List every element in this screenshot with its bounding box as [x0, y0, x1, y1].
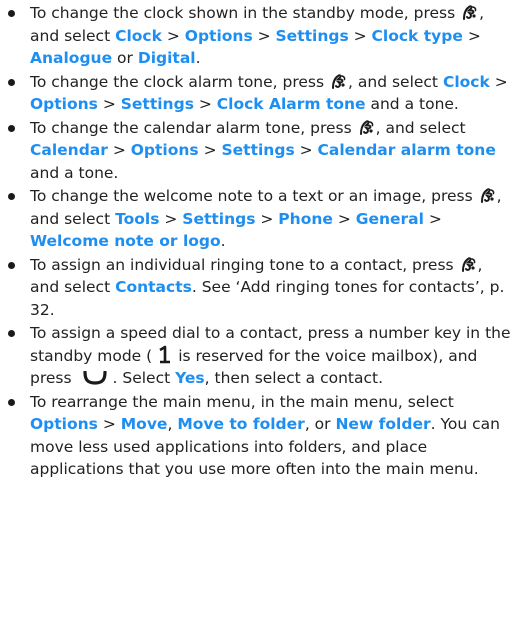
- tip-text: To assign an individual ringing tone to …: [30, 255, 459, 274]
- tip-item: To change the clock shown in the standby…: [0, 2, 515, 70]
- tip-text: To change the clock alarm tone, press: [30, 72, 330, 91]
- menu-term: Calendar: [30, 141, 108, 159]
- menu-term: Options: [184, 26, 253, 45]
- menu-term: Options: [130, 141, 199, 159]
- menu-term: Clock: [115, 26, 162, 45]
- tip-text: >: [252, 26, 276, 45]
- tip-text: >: [107, 141, 131, 159]
- menu-key-icon: [459, 256, 478, 274]
- menu-term: Welcome note or logo: [30, 232, 221, 250]
- tip-text: >: [161, 26, 185, 45]
- tip-item: To assign a speed dial to a contact, pre…: [0, 322, 515, 390]
- menu-term: Clock type: [371, 26, 463, 45]
- tip-item: To change the calendar alarm tone, press…: [0, 117, 515, 185]
- bullet-icon: [8, 124, 15, 132]
- menu-key-icon: [478, 187, 497, 205]
- menu-term: Contacts: [115, 278, 192, 296]
- tip-text: . Select: [112, 369, 176, 387]
- number-one-key-icon: [152, 345, 178, 365]
- tip-text: >: [462, 26, 481, 45]
- menu-term: Move to folder: [177, 415, 305, 433]
- menu-term: General: [355, 209, 424, 228]
- bullet-icon: [8, 78, 15, 86]
- menu-term: Settings: [275, 26, 349, 45]
- tip-text: and a tone.: [365, 95, 459, 113]
- menu-key-icon: [357, 119, 376, 137]
- menu-key-icon: [460, 4, 479, 22]
- tip-text: .: [195, 49, 201, 67]
- tip-item: To change the clock alarm tone, press , …: [0, 71, 515, 116]
- menu-term: Settings: [120, 95, 194, 113]
- tip-text: >: [198, 141, 222, 159]
- menu-term: Settings: [221, 141, 295, 159]
- menu-term: Options: [30, 95, 98, 113]
- tips-list: To change the clock shown in the standby…: [0, 0, 515, 481]
- bullet-icon: [8, 193, 15, 200]
- bullet-icon: [8, 10, 15, 17]
- tip-text: To change the welcome note to a text or …: [30, 187, 478, 205]
- tip-text: >: [423, 209, 442, 228]
- menu-term: Calendar alarm tone: [317, 141, 496, 159]
- menu-term: Settings: [182, 209, 256, 228]
- tip-item: To assign an individual ringing tone to …: [0, 254, 515, 322]
- tip-text: >: [489, 72, 508, 91]
- menu-term: Digital: [137, 49, 196, 67]
- tip-text: >: [193, 95, 217, 113]
- bullet-icon: [8, 261, 15, 269]
- tip-item: To rearrange the main menu, in the main …: [0, 391, 515, 481]
- menu-term: Phone: [278, 209, 333, 228]
- menu-term: Clock Alarm tone: [216, 95, 366, 113]
- menu-term: Move: [120, 415, 168, 433]
- tip-text: , and select: [375, 118, 466, 137]
- tip-text: ,: [167, 415, 178, 433]
- tip-item: To change the welcome note to a text or …: [0, 185, 515, 253]
- tip-text: , or: [304, 415, 336, 433]
- call-key-icon: [77, 369, 113, 387]
- tip-text: To change the clock shown in the standby…: [30, 4, 461, 22]
- tip-text: >: [97, 415, 121, 433]
- menu-term: New folder: [335, 415, 431, 433]
- menu-key-icon: [329, 73, 348, 91]
- tip-text: >: [159, 209, 183, 228]
- menu-term: Tools: [115, 209, 160, 228]
- tip-text: , and select: [348, 72, 443, 91]
- menu-term: Yes: [175, 369, 205, 387]
- tip-text: To rearrange the main menu, in the main …: [30, 392, 454, 411]
- document-page: To change the clock shown in the standby…: [0, 0, 515, 639]
- tip-text: >: [332, 209, 356, 228]
- tip-text: >: [97, 95, 121, 113]
- tip-text: To change the calendar alarm tone, press: [30, 118, 357, 137]
- bullet-icon: [8, 330, 15, 337]
- tip-text: >: [348, 26, 372, 45]
- bullet-icon: [8, 398, 15, 406]
- menu-term: Clock: [442, 72, 490, 91]
- tip-text: >: [294, 141, 318, 159]
- tip-text: , then select a contact.: [204, 369, 384, 387]
- menu-term: Options: [30, 415, 98, 433]
- tip-text: or: [112, 49, 138, 67]
- tip-text: .: [220, 232, 226, 250]
- menu-term: Analogue: [30, 49, 113, 67]
- tip-text: >: [255, 209, 279, 228]
- tip-text: and a tone.: [30, 163, 119, 182]
